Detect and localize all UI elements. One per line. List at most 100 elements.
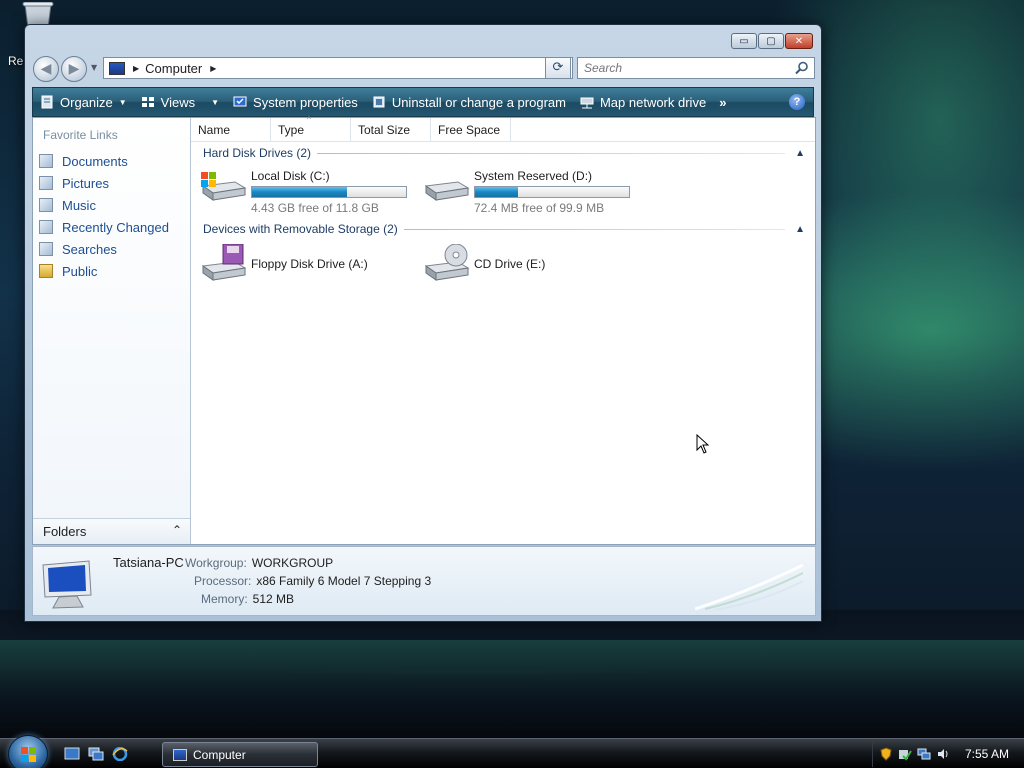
caption-buttons: ▭ ▢ ✕ [730, 33, 813, 49]
favorite-link-pictures[interactable]: Pictures [39, 172, 169, 194]
group-header-hard-disk-drives[interactable]: Hard Disk Drives (2) ▲ [203, 145, 805, 161]
drive-local-disk-c[interactable]: Local Disk (C:) 4.43 GB free of 11.8 GB [199, 166, 407, 215]
computer-name: Tatsiana-PC [113, 555, 184, 570]
drive-usage-bar [474, 186, 630, 198]
breadcrumb-computer[interactable]: Computer [145, 61, 202, 76]
favorite-link-public[interactable]: Public [39, 260, 169, 282]
drive-info: System Reserved (D:) 72.4 MB free of 99.… [474, 166, 630, 215]
breadcrumb-arrow-icon[interactable]: ▶ [133, 64, 139, 73]
drive-info: Local Disk (C:) 4.43 GB free of 11.8 GB [251, 166, 407, 215]
refresh-button[interactable]: ⟳ [545, 57, 571, 79]
favorite-link-searches[interactable]: Searches [39, 238, 169, 260]
system-properties-icon [233, 96, 247, 107]
volume-icon[interactable] [936, 747, 950, 761]
switch-windows-icon[interactable] [88, 747, 104, 761]
chevron-down-icon: ▼ [118, 97, 127, 107]
drive-usage-fill [252, 187, 348, 197]
column-header-free-space[interactable]: Free Space [431, 118, 511, 141]
recent-pages-dropdown[interactable]: ▼ [91, 63, 97, 72]
column-header-total-size[interactable]: Total Size [351, 118, 431, 141]
group-divider [403, 228, 786, 230]
forward-button[interactable]: ▶ [61, 56, 87, 82]
group-divider [317, 152, 786, 154]
drive-floppy-a[interactable]: Floppy Disk Drive (A:) [199, 244, 368, 284]
organize-button[interactable]: Organize ▼ [33, 88, 134, 116]
memory-label: Memory: [201, 592, 248, 606]
drive-free-space: 72.4 MB free of 99.9 MB [474, 201, 605, 215]
mouse-cursor-icon [696, 434, 710, 454]
back-button[interactable]: ◀ [33, 56, 59, 82]
maximize-button[interactable]: ▢ [758, 33, 784, 49]
hard-drive-icon [424, 181, 470, 201]
details-pane: Tatsiana-PC Workgroup: WORKGROUP Processo… [32, 546, 816, 616]
drive-info: Floppy Disk Drive (A:) [251, 244, 368, 271]
navigation-row: ◀ ▶ ▼ ▶ Computer ▶ ▼ ⟳ [33, 55, 815, 83]
column-header-type[interactable]: ^ Type [271, 115, 351, 141]
favorite-link-label: Pictures [62, 175, 109, 191]
security-shield-icon[interactable] [879, 747, 893, 761]
column-header-type-label: Type [278, 123, 305, 137]
processor-row: Processor: x86 Family 6 Model 7 Stepping … [194, 574, 431, 588]
collapse-group-icon[interactable]: ▲ [795, 148, 805, 159]
drive-name: CD Drive (E:) [474, 257, 546, 271]
column-headers: Name ^ Type Total Size Free Space [191, 115, 815, 142]
pictures-icon [39, 176, 53, 190]
start-button[interactable] [8, 735, 48, 768]
processor-value: x86 Family 6 Model 7 Stepping 3 [256, 574, 432, 588]
documents-icon [39, 154, 53, 168]
network-icon[interactable] [917, 747, 931, 761]
system-properties-button[interactable]: System properties [226, 88, 365, 116]
help-button[interactable]: ? [789, 94, 805, 110]
system-properties-label: System properties [253, 94, 358, 110]
favorite-link-documents[interactable]: Documents [39, 150, 169, 172]
close-button[interactable]: ✕ [785, 33, 813, 49]
more-commands-button[interactable]: » [713, 95, 732, 110]
decorative-swoosh [695, 563, 804, 611]
search-input[interactable] [584, 61, 784, 75]
minimize-button[interactable]: ▭ [731, 33, 757, 49]
group-title: Hard Disk Drives (2) [203, 146, 312, 160]
floppy-drive-icon [201, 244, 247, 281]
drive-cd-e[interactable]: CD Drive (E:) [422, 244, 545, 284]
address-bar[interactable]: ▶ Computer ▶ ▼ [103, 57, 573, 79]
search-box[interactable] [577, 57, 815, 79]
uninstall-program-label: Uninstall or change a program [391, 94, 566, 110]
notification-area: 7:55 AM [872, 741, 1024, 767]
windows-logo-icon [21, 747, 36, 762]
music-icon [39, 198, 53, 212]
breadcrumb-arrow-icon[interactable]: ▶ [210, 64, 216, 73]
map-network-drive-button[interactable]: Map network drive [573, 88, 713, 116]
content-area: Favorite Links Documents Pictures Music … [32, 115, 816, 545]
recycle-bin-label[interactable]: Re [8, 54, 23, 68]
taskbar-clock[interactable]: 7:55 AM [965, 747, 1009, 761]
drive-system-reserved-d[interactable]: System Reserved (D:) 72.4 MB free of 99.… [422, 166, 630, 215]
public-folder-icon [39, 264, 53, 278]
status-check-icon[interactable] [898, 747, 912, 761]
views-button[interactable]: Views ▼ [134, 88, 226, 116]
favorite-link-label: Documents [62, 153, 128, 169]
show-desktop-icon[interactable] [64, 747, 80, 761]
column-header-name[interactable]: Name [191, 118, 271, 141]
drive-usage-bar [251, 186, 407, 198]
group-header-removable-storage[interactable]: Devices with Removable Storage (2) ▲ [203, 221, 805, 237]
favorite-links-list: Documents Pictures Music Recently Change… [39, 150, 169, 282]
collapse-group-icon[interactable]: ▲ [795, 224, 805, 235]
folders-bar[interactable]: Folders ⌃ [33, 518, 190, 544]
favorite-link-music[interactable]: Music [39, 194, 169, 216]
hard-drive-windows-icon [201, 172, 247, 201]
drive-usage-fill [475, 187, 519, 197]
network-drive-icon [580, 97, 594, 109]
search-icon[interactable] [795, 61, 809, 75]
taskbar-button-computer[interactable]: Computer [162, 742, 318, 767]
uninstall-program-button[interactable]: Uninstall or change a program [365, 88, 573, 116]
uninstall-program-icon [373, 96, 385, 108]
views-label: Views [160, 94, 196, 110]
workgroup-label: Workgroup: [185, 556, 247, 570]
drive-name: Floppy Disk Drive (A:) [251, 257, 368, 271]
workgroup-row: Workgroup: WORKGROUP [185, 556, 333, 570]
taskbar-button-label: Computer [193, 747, 246, 762]
chevron-up-icon[interactable]: ⌃ [172, 523, 182, 537]
internet-explorer-icon[interactable] [112, 747, 128, 761]
map-network-drive-label: Map network drive [599, 94, 707, 110]
favorite-link-recently-changed[interactable]: Recently Changed [39, 216, 169, 238]
